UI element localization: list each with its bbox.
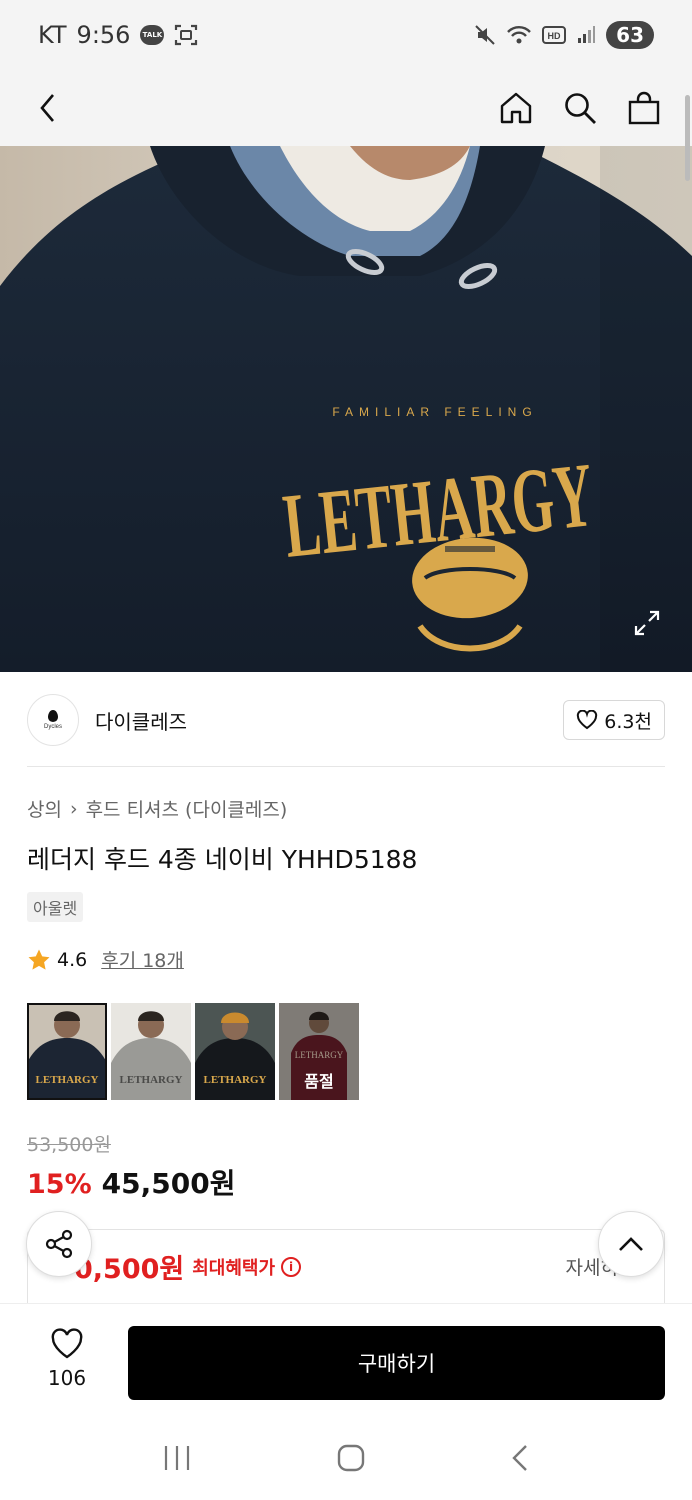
screenshot-icon [175, 24, 198, 46]
sale-price: 45,500원 [101, 1167, 236, 1200]
wifi-icon [507, 26, 532, 44]
recent-apps-icon [164, 1446, 190, 1470]
mute-icon [475, 25, 495, 45]
star-icon [28, 949, 50, 970]
app-header [0, 70, 692, 146]
home-nav-icon [337, 1444, 365, 1472]
cart-button[interactable] [626, 90, 662, 126]
brand-like-button[interactable]: 6.3천 [563, 700, 665, 740]
heart-icon [51, 1328, 83, 1359]
fullscreen-button[interactable] [632, 608, 662, 642]
heart-icon [577, 710, 598, 730]
thumbnail-burgundy[interactable]: LETHARGY 품절 [279, 1003, 359, 1100]
svg-text:LETHARGY: LETHARGY [36, 1074, 99, 1086]
thumbnail-black[interactable]: LETHARGY [195, 1003, 275, 1100]
carrier-text: KT [38, 21, 67, 49]
seller-logo[interactable]: Dycles [27, 694, 79, 746]
svg-text:LETHARGY: LETHARGY [204, 1074, 267, 1086]
status-right: HD 63 [474, 21, 654, 49]
status-bar: KT 9:56 TALK HD 63 [0, 0, 692, 70]
product-title: 레더지 후드 4종 네이비 YHHD5188 [27, 845, 418, 874]
chevron-up-icon [619, 1237, 643, 1251]
seller-row[interactable]: Dycles 다이클레즈 6.3천 [27, 692, 665, 748]
thumbnail-image: LETHARGY [195, 1003, 275, 1100]
battery-level: 63 [606, 21, 654, 49]
clock-text: 9:56 [76, 21, 131, 49]
seller-name[interactable]: 다이클레즈 [95, 706, 187, 735]
breadcrumb: 상의 › 후드 티셔츠 (다이클레즈) [27, 795, 287, 822]
hd-icon: HD [542, 26, 567, 44]
review-link[interactable]: 후기 18개 [101, 946, 184, 973]
signal-icon [578, 26, 596, 43]
chevron-left-icon [40, 94, 54, 122]
shopping-bag-icon [628, 91, 660, 125]
divider [27, 766, 665, 767]
thumbnail-navy[interactable]: LETHARGY [27, 1003, 107, 1100]
scroll-top-button[interactable] [598, 1211, 664, 1277]
recent-apps-button[interactable] [162, 1444, 192, 1476]
max-benefit-box[interactable]: 0,500원 최대혜택가 i 자세히 [27, 1229, 665, 1303]
original-price: 53,500원 [27, 1134, 111, 1156]
share-icon [45, 1229, 73, 1259]
rating-row: 4.6 후기 18개 [27, 946, 184, 973]
soldout-label: 품절 [304, 1072, 334, 1091]
search-button[interactable] [562, 90, 598, 126]
logo-drop-icon [48, 710, 58, 722]
price-row: 15% 45,500원 [27, 1162, 235, 1202]
thumbnail-gray[interactable]: LETHARGY [111, 1003, 191, 1100]
wishlist-button[interactable]: 106 [36, 1328, 98, 1390]
back-button[interactable] [30, 90, 66, 126]
share-button[interactable] [26, 1211, 92, 1277]
search-icon [565, 93, 596, 124]
breadcrumb-separator: › [69, 797, 78, 820]
benefit-label: 최대혜택가 [192, 1257, 276, 1279]
status-left: KT 9:56 TALK [38, 21, 198, 49]
thumbnail-image: LETHARGY [27, 1003, 107, 1100]
svg-text:LETHARGY: LETHARGY [120, 1074, 183, 1086]
kakaotalk-icon: TALK [140, 25, 165, 45]
purchase-bar: 106 구매하기 [0, 1303, 692, 1420]
info-icon[interactable]: i [281, 1256, 302, 1277]
outlet-tag: 아울렛 [27, 892, 84, 922]
wishlist-count: 106 [47, 1366, 87, 1390]
svg-text:HD: HD [548, 31, 561, 41]
product-hero-image[interactable]: FAMILIAR FEELING LETHARGY [0, 146, 692, 672]
buy-button[interactable]: 구매하기 [128, 1326, 665, 1400]
color-thumbnails: LETHARGY LETHARGY LETHARGY LETHARGY 품절 [27, 1003, 359, 1100]
home-button[interactable] [498, 90, 534, 126]
home-icon [500, 92, 532, 124]
back-nav-icon [512, 1445, 527, 1471]
thumbnail-image: LETHARGY [111, 1003, 191, 1100]
seller-logo-text: Dycles [43, 724, 62, 730]
expand-icon [634, 610, 660, 636]
hoodie-illustration: FAMILIAR FEELING LETHARGY [0, 146, 692, 672]
header-actions [498, 90, 662, 126]
brand-like-count: 6.3천 [604, 710, 652, 733]
scroll-indicator[interactable] [685, 95, 690, 181]
breadcrumb-subcategory[interactable]: 후드 티셔츠 (다이클레즈) [86, 795, 288, 822]
discount-rate: 15% [27, 1169, 92, 1200]
breadcrumb-category[interactable]: 상의 [27, 795, 62, 822]
back-nav-button[interactable] [510, 1443, 530, 1477]
system-nav-bar [0, 1420, 692, 1500]
home-nav-button[interactable] [336, 1443, 366, 1477]
rating-value: 4.6 [57, 948, 88, 971]
print-small-text: FAMILIAR FEELING [332, 405, 537, 419]
